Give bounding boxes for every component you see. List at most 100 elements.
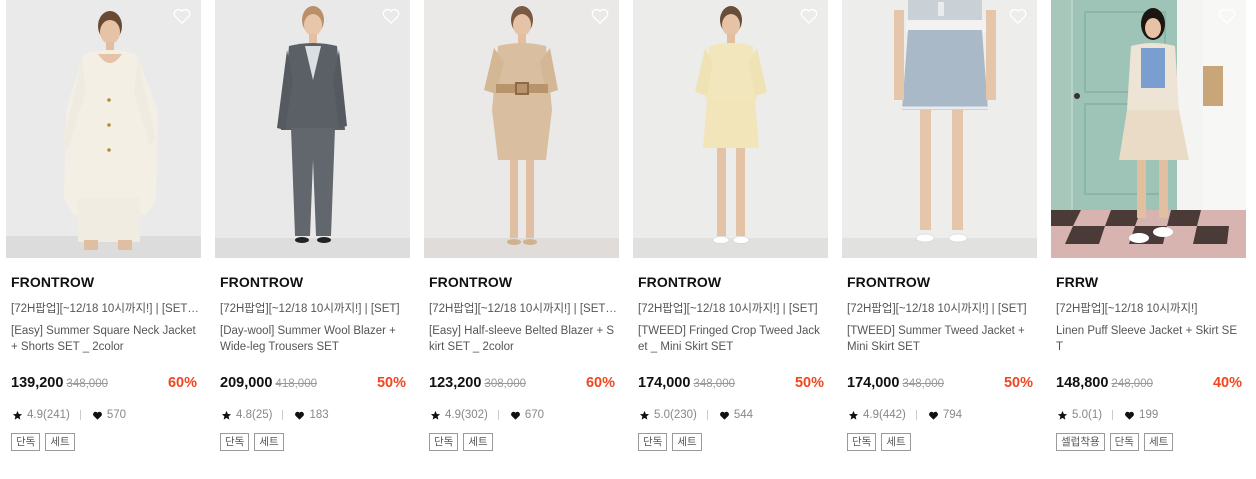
product-name[interactable]: [TWEED] Summer Tweed Jacket + Mini Skirt…: [847, 323, 1035, 355]
tag-set: 세트: [881, 433, 911, 451]
product-card[interactable]: FRONTROW [72H팝업][~12/18 10시까지!] | [SET] …: [842, 0, 1037, 479]
star-icon: [221, 410, 232, 420]
product-promo[interactable]: [72H팝업][~12/18 10시까지!]: [1056, 300, 1244, 316]
original-price: 348,000: [902, 378, 944, 390]
tag-set: 세트: [1143, 433, 1174, 451]
product-brand[interactable]: FRRW: [1056, 274, 1098, 290]
price-block: 174,000 348,000: [847, 375, 944, 391]
tag-set: 세트: [672, 433, 702, 451]
tag-list: 단독 세트: [847, 433, 911, 451]
sale-price: 174,000: [638, 375, 691, 391]
discount-rate: 50%: [1003, 375, 1033, 391]
like-count: 570: [106, 409, 127, 421]
product-image[interactable]: [842, 0, 1037, 258]
sale-price: 139,200: [11, 375, 64, 391]
star-icon: [639, 410, 650, 420]
heart-filled-icon: [928, 411, 938, 420]
review-meta: 5.0(230) 544: [639, 409, 753, 421]
wishlist-heart-icon[interactable]: [1217, 6, 1237, 26]
meta-divider: [1112, 410, 1114, 420]
product-brand[interactable]: FRONTROW: [429, 274, 512, 290]
sale-price: 209,000: [220, 375, 273, 391]
discount-rate: 50%: [794, 375, 824, 391]
product-image[interactable]: [215, 0, 410, 258]
star-icon: [12, 410, 23, 420]
price-block: 174,000 348,000: [638, 375, 735, 391]
wishlist-heart-icon[interactable]: [1008, 6, 1028, 26]
rating-text: 4.9(442): [863, 409, 906, 421]
like-count: 670: [524, 409, 545, 421]
product-promo[interactable]: [72H팝업][~12/18 10시까지!] | [SET]: [847, 300, 1035, 316]
product-name[interactable]: [Easy] Half-sleeve Belted Blazer + Skirt…: [429, 323, 617, 355]
product-brand[interactable]: FRONTROW: [11, 274, 94, 290]
meta-divider: [282, 410, 284, 420]
meta-divider: [915, 410, 917, 420]
review-meta: 4.8(25) 183: [221, 409, 329, 421]
product-photo[interactable]: [424, 0, 619, 258]
product-card[interactable]: FRONTROW [72H팝업][~12/18 10시까지!] | [SET][…: [6, 0, 201, 479]
price-block: 209,000 418,000: [220, 375, 317, 391]
original-price: 248,000: [1111, 378, 1153, 390]
meta-divider: [497, 410, 499, 420]
product-photo[interactable]: [1051, 0, 1246, 258]
product-promo[interactable]: [72H팝업][~12/18 10시까지!] | [SET]: [638, 300, 826, 316]
wishlist-heart-icon[interactable]: [381, 6, 401, 26]
product-photo[interactable]: [633, 0, 828, 258]
tag-set: 세트: [254, 433, 284, 451]
product-card[interactable]: FRONTROW [72H팝업][~12/18 10시까지!] | [SET] …: [215, 0, 410, 479]
discount-rate: 60%: [167, 375, 197, 391]
product-name[interactable]: Linen Puff Sleeve Jacket + Skirt SET: [1056, 323, 1244, 355]
product-brand[interactable]: FRONTROW: [847, 274, 930, 290]
review-meta: 4.9(241) 570: [12, 409, 126, 421]
wishlist-heart-icon[interactable]: [799, 6, 819, 26]
product-photo[interactable]: [215, 0, 410, 258]
original-price: 348,000: [66, 378, 108, 390]
heart-filled-icon: [1125, 411, 1134, 420]
wishlist-heart-icon[interactable]: [172, 6, 192, 26]
product-card[interactable]: FRRW [72H팝업][~12/18 10시까지!] Linen Puff S…: [1051, 0, 1246, 479]
product-promo[interactable]: [72H팝업][~12/18 10시까지!] | [SET]: [220, 300, 408, 316]
product-name[interactable]: [Day-wool] Summer Wool Blazer + Wide-leg…: [220, 323, 408, 355]
product-card[interactable]: FRONTROW [72H팝업][~12/18 10시까지!] | [SET][…: [424, 0, 619, 479]
like-count: 183: [309, 409, 329, 421]
tag-exclusive: 단독: [220, 433, 250, 451]
price-block: 123,200 308,000: [429, 375, 526, 391]
tag-list: 단독 세트: [220, 433, 284, 451]
discount-rate: 50%: [376, 375, 406, 391]
tag-celeb-worn: 셀럽착용: [1056, 433, 1105, 451]
original-price: 308,000: [484, 378, 526, 390]
price-block: 139,200 348,000: [11, 375, 108, 391]
product-photo[interactable]: [842, 0, 1037, 258]
product-name[interactable]: [Easy] Summer Square Neck Jacket + Short…: [11, 323, 199, 355]
sale-price: 148,800: [1056, 375, 1109, 391]
heart-filled-icon: [295, 411, 305, 420]
product-promo[interactable]: [72H팝업][~12/18 10시까지!] | [SET][…: [11, 300, 199, 316]
like-count: 199: [1139, 409, 1159, 421]
tag-exclusive: 단독: [1109, 433, 1139, 451]
product-image[interactable]: [6, 0, 201, 258]
original-price: 348,000: [693, 378, 735, 390]
product-photo[interactable]: [6, 0, 201, 258]
rating-text: 4.9(241): [27, 409, 70, 421]
heart-filled-icon: [719, 411, 729, 420]
review-meta: 5.0(1) 199: [1057, 409, 1158, 421]
product-brand[interactable]: FRONTROW: [638, 274, 721, 290]
product-image[interactable]: [424, 0, 619, 258]
tag-set: 세트: [463, 433, 493, 451]
star-icon: [1057, 410, 1068, 420]
rating-text: 4.9(302): [445, 409, 488, 421]
product-brand[interactable]: FRONTROW: [220, 274, 303, 290]
product-card[interactable]: FRONTROW [72H팝업][~12/18 10시까지!] | [SET] …: [633, 0, 828, 479]
tag-exclusive: 단독: [11, 433, 41, 451]
review-meta: 4.9(302) 670: [430, 409, 544, 421]
original-price: 418,000: [275, 378, 317, 390]
product-image[interactable]: [633, 0, 828, 258]
product-name[interactable]: [TWEED] Fringed Crop Tweed Jacket _ Mini…: [638, 323, 826, 355]
wishlist-heart-icon[interactable]: [590, 6, 610, 26]
product-image[interactable]: [1051, 0, 1246, 258]
product-promo[interactable]: [72H팝업][~12/18 10시까지!] | [SET][…: [429, 300, 617, 316]
like-count: 794: [942, 409, 963, 421]
tag-list: 단독 세트: [429, 433, 493, 451]
discount-rate: 60%: [585, 375, 615, 391]
price-block: 148,800 248,000: [1056, 375, 1153, 391]
